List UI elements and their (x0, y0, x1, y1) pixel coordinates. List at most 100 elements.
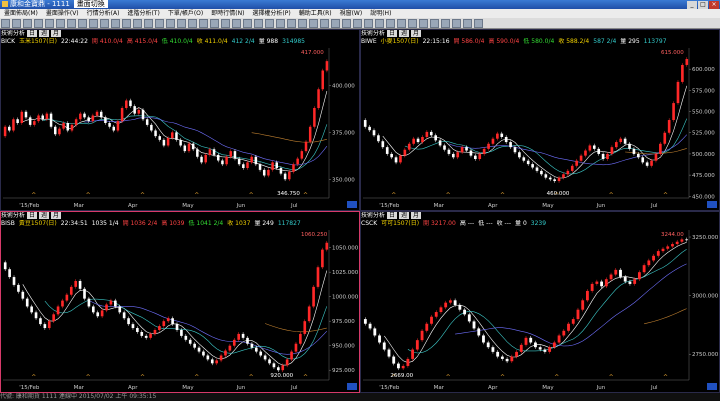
candle-body (17, 284, 20, 292)
toolbar-button-icon[interactable] (144, 19, 153, 28)
candle-body (197, 347, 201, 352)
toolbar-button-icon[interactable] (353, 19, 362, 28)
chart-panel-wheat[interactable]: 技術分析日週月 BIWE 小麥1507(日) 22:15:16 開 586.0/4 高 5… (360, 29, 720, 211)
toolbar-button-icon[interactable] (452, 19, 461, 28)
toolbar-button-icon[interactable] (133, 19, 142, 28)
toolbar-button-icon[interactable] (100, 19, 109, 28)
candle-body (496, 351, 500, 357)
toolbar-button-icon[interactable] (166, 19, 175, 28)
toolbar-button-icon[interactable] (56, 19, 65, 28)
menu-item-2[interactable]: 行情分析(A) (87, 10, 120, 17)
menu-item-1[interactable]: 畫面操作(V) (46, 10, 79, 17)
candle-body (43, 324, 47, 329)
y-tick-label: 3000.000 (692, 294, 719, 300)
toolbar-button-icon[interactable] (67, 19, 76, 28)
candle-body (166, 138, 170, 146)
candle-body (131, 324, 135, 329)
candle-body (8, 126, 11, 131)
toolbar-button-icon[interactable] (441, 19, 450, 28)
toolbar-button-icon[interactable] (78, 19, 87, 28)
toolbar-button-icon[interactable] (342, 19, 351, 28)
candle-body (225, 156, 228, 165)
chart-panel-cocoa[interactable]: 技術分析日週月 CSCK 可可1507(日) 開 3217.00 高 --- 低 --- 收… (360, 211, 720, 393)
toolbar-button-icon[interactable] (221, 19, 230, 28)
candle-body (246, 337, 249, 344)
toolbar-button-icon[interactable] (23, 19, 32, 28)
screen-switch-tab[interactable]: 畫面切換 (73, 0, 108, 8)
toolbar-button-icon[interactable] (309, 19, 318, 28)
toolbar-button-icon[interactable] (430, 19, 439, 28)
toolbar-button-icon[interactable] (364, 19, 373, 28)
candle-body (659, 143, 662, 154)
scroll-right-button[interactable] (347, 383, 357, 390)
toolbar-button-icon[interactable] (155, 19, 164, 28)
candle-body (407, 143, 411, 150)
toolbar-button-icon[interactable] (34, 19, 43, 28)
menu-item-7[interactable]: 輔助工具(R) (299, 10, 332, 17)
toolbar-button-icon[interactable] (331, 19, 340, 28)
toolbar-button-icon[interactable] (287, 19, 296, 28)
x-tick-label: Jul (290, 203, 298, 209)
menu-item-4[interactable]: 下單/帳戶(O) (168, 10, 203, 17)
toolbar-button-icon[interactable] (397, 19, 406, 28)
chart-panel-soybean[interactable]: 技術分析日週月 BISB 黃豆1507(日) 22:34:51 1035 1/4 開 10… (0, 211, 360, 393)
toolbar-button-icon[interactable] (188, 19, 197, 28)
candle-body (219, 355, 223, 361)
toolbar-button-icon[interactable] (122, 19, 131, 28)
candle-body (399, 155, 402, 163)
maximize-button[interactable]: □ (698, 1, 708, 9)
y-tick-label: 375.000 (332, 130, 355, 136)
menu-item-3[interactable]: 進階分析(T) (127, 10, 159, 17)
toolbar-button-icon[interactable] (276, 19, 285, 28)
toolbar-button-icon[interactable] (375, 19, 384, 28)
candle-body (439, 307, 443, 313)
candle-body (579, 155, 583, 161)
scroll-right-button[interactable] (707, 383, 717, 390)
toolbar-button-icon[interactable] (45, 19, 54, 28)
event-marker-icon: ^ (446, 374, 451, 381)
candle-body (171, 132, 174, 138)
candle-body (543, 349, 547, 352)
candle-body (129, 100, 132, 107)
candle-body (321, 70, 324, 90)
menu-item-9[interactable]: 說明(H) (370, 10, 391, 17)
candle-body (425, 323, 429, 331)
candle-body (531, 164, 534, 168)
candle-body (304, 141, 308, 152)
close-button[interactable]: × (709, 1, 719, 9)
toolbar-button-icon[interactable] (177, 19, 186, 28)
menu-item-6[interactable]: 選擇權分析(P) (252, 10, 290, 17)
candle-body (281, 365, 285, 371)
toolbar-button-icon[interactable] (89, 19, 98, 28)
menu-item-0[interactable]: 畫面佈局(M) (4, 10, 38, 17)
candle-body (277, 367, 280, 371)
toolbar-button-icon[interactable] (232, 19, 241, 28)
toolbar-button-icon[interactable] (408, 19, 417, 28)
candle-body (118, 306, 122, 313)
candle-body (294, 343, 298, 352)
toolbar-button-icon[interactable] (463, 19, 472, 28)
toolbar-button-icon[interactable] (199, 19, 208, 28)
scroll-right-button[interactable] (707, 201, 717, 208)
minimize-button[interactable]: _ (687, 1, 697, 9)
menu-item-8[interactable]: 視窗(W) (340, 10, 363, 17)
toolbar-button-icon[interactable] (243, 19, 252, 28)
toolbar-button-icon[interactable] (320, 19, 329, 28)
scroll-right-button[interactable] (347, 201, 357, 208)
toolbar-button-icon[interactable] (265, 19, 274, 28)
toolbar-button-icon[interactable] (254, 19, 263, 28)
menu-item-5[interactable]: 即時行情(N) (211, 10, 244, 17)
toolbar-button-icon[interactable] (111, 19, 120, 28)
candle-body (33, 121, 36, 125)
toolbar-button-icon[interactable] (474, 19, 483, 28)
candle-body (538, 347, 542, 350)
low-price-label: 346.750 (277, 191, 300, 197)
chart-panel-corn[interactable]: 技術分析日週月 BICK 玉米1507(日) 22:44:22 開 410.0/4 高 4… (0, 29, 360, 211)
toolbar-button-icon[interactable] (1, 19, 10, 28)
toolbar-button-icon[interactable] (12, 19, 21, 28)
candle-body (628, 143, 631, 149)
toolbar-button-icon[interactable] (210, 19, 219, 28)
toolbar-button-icon[interactable] (419, 19, 428, 28)
toolbar-button-icon[interactable] (386, 19, 395, 28)
toolbar-button-icon[interactable] (298, 19, 307, 28)
